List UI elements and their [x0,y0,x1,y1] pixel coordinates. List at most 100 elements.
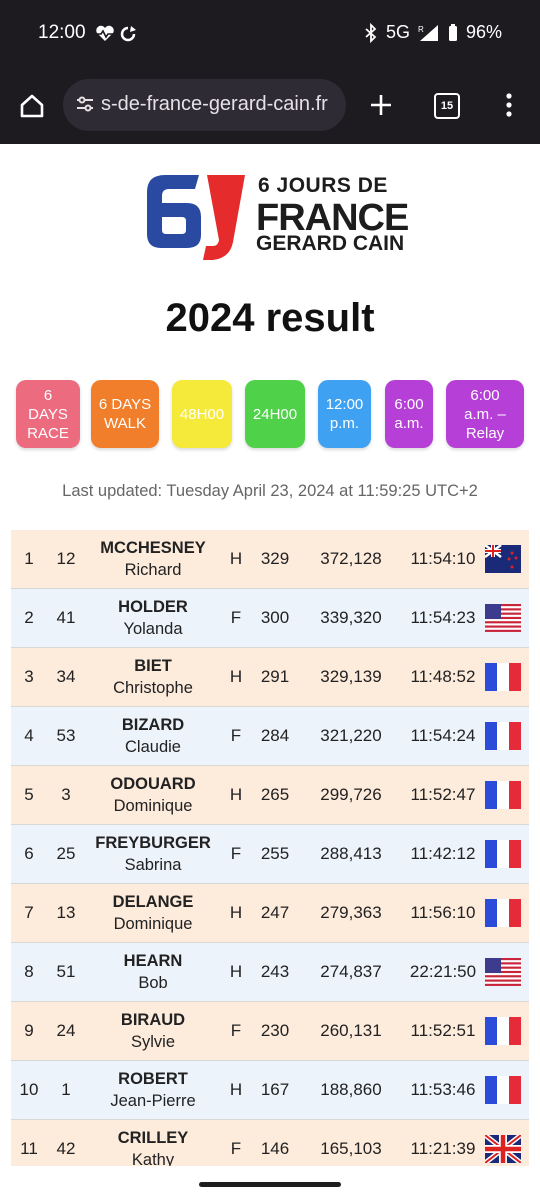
sex-cell: H [229,785,243,804]
bib-cell: 1 [61,1080,71,1099]
sex-cell: H [229,667,243,686]
name-cell[interactable]: HOLDER Yolanda [85,589,221,647]
first-name: Sylvie [130,1032,175,1051]
first-name: Dominique [113,914,193,933]
results-table: 1 12 MCCHESNEY Richard H 329 372,128 11:54:10 2 4… [11,530,529,1166]
menu-button[interactable] [500,92,518,123]
signal-icon: R [418,24,438,41]
flag-fr-icon [483,707,523,765]
6j-logo-icon [147,175,245,260]
sex-cell: H [229,903,243,922]
flag-us-icon [483,589,523,647]
sex-cell: F [230,844,242,863]
time-cell: 22:21:50 [409,962,477,981]
laps-cell: 243 [260,962,290,981]
battery-icon [448,23,457,41]
sync-icon [120,26,136,42]
table-row: 10 1 ROBERT Jean-Pierre H 167 188,860 11:53:46 [11,1061,529,1120]
browser-toolbar: s-de-france-gerard-cain.fr 15 [0,66,540,144]
tab-switcher-button[interactable]: 15 [434,93,460,119]
name-cell[interactable]: ROBERT Jean-Pierre [85,1061,221,1119]
last-name: HEARN [123,951,183,970]
first-name: Claudie [125,737,181,756]
site-logo[interactable] [145,172,250,269]
name-cell[interactable]: ODOUARD Dominique [85,766,221,824]
address-bar[interactable]: s-de-france-gerard-cain.fr [63,79,346,131]
name-cell[interactable]: BIZARD Claudie [85,707,221,765]
last-name: BIRAUD [120,1010,186,1029]
name-cell[interactable]: MCCHESNEY Richard [85,530,221,588]
name-cell[interactable]: FREYBURGER Sabrina [85,825,221,883]
sex-cell: H [229,1080,243,1099]
name-cell[interactable]: CRILLEY Kathy [85,1120,221,1167]
battery-level: 96% [465,22,502,42]
rank-cell: 3 [24,667,34,686]
rank-cell: 7 [24,903,34,922]
bib-cell: 51 [56,962,76,981]
time-cell: 11:53:46 [410,1080,476,1099]
bib-cell: 41 [56,608,76,627]
filter-48h[interactable]: 48H00 [172,380,232,448]
filter-6am-relay[interactable]: 6:00 a.m. – Relay [446,380,524,448]
name-cell[interactable]: DELANGE Dominique [85,884,221,942]
laps-cell: 247 [260,903,290,922]
first-name: Yolanda [123,619,183,638]
bib-cell: 42 [56,1139,76,1158]
home-button[interactable] [19,93,45,124]
bib-cell: 25 [56,844,76,863]
flag-us-icon [483,943,523,1001]
bib-cell: 24 [56,1021,76,1040]
sex-cell: F [230,608,242,627]
filter-6-days-walk[interactable]: 6 DAYS WALK [91,380,159,448]
distance-cell: 329,139 [320,667,382,686]
table-row: 7 13 DELANGE Dominique H 247 279,363 11:56:10 [11,884,529,943]
new-tab-button[interactable] [369,93,393,122]
sex-cell: F [230,1021,242,1040]
name-cell[interactable]: HEARN Bob [85,943,221,1001]
filter-24h[interactable]: 24H00 [245,380,305,448]
last-name: BIZARD [121,715,185,734]
last-updated: Last updated: Tuesday April 23, 2024 at … [62,482,478,500]
bib-cell: 34 [56,667,76,686]
rank-cell: 6 [24,844,34,863]
time-cell: 11:52:47 [410,785,476,804]
status-right: 5G R 96% [364,22,502,43]
network-type: 5G [385,22,410,42]
name-cell[interactable]: BIET Christophe [85,648,221,706]
laps-cell: 291 [260,667,290,686]
bib-cell: 53 [56,726,76,745]
table-row: 6 25 FREYBURGER Sabrina F 255 288,413 11:42:12 [11,825,529,884]
laps-cell: 230 [260,1021,290,1040]
flag-fr-icon [483,1061,523,1119]
logo-line3: GERARD CAIN [256,232,405,255]
home-gesture-handle[interactable] [199,1182,341,1187]
plus-icon [371,95,391,115]
bluetooth-icon [365,22,377,43]
heart-monitor-icon [96,25,136,42]
laps-cell: 329 [260,549,290,568]
name-cell[interactable]: BIRAUD Sylvie [85,1002,221,1060]
distance-cell: 188,860 [320,1080,382,1099]
last-name: HOLDER [118,597,188,616]
first-name: Kathy [131,1150,175,1167]
bib-cell: 3 [61,785,71,804]
race-filter-buttons: 6 DAYS RACE 6 DAYS WALK 48H00 24H00 12:0… [16,380,526,452]
distance-cell: 165,103 [320,1139,382,1158]
rank-cell: 4 [24,726,34,745]
first-name: Sabrina [124,855,182,874]
sex-cell: F [230,1139,242,1158]
flag-fr-icon [483,648,523,706]
last-name: DELANGE [112,892,194,911]
last-name: MCCHESNEY [100,538,206,557]
filter-6am[interactable]: 6:00 a.m. [385,380,433,448]
first-name: Christophe [113,678,193,697]
last-name: BIET [134,656,172,675]
sex-cell: F [230,726,242,745]
distance-cell: 321,220 [320,726,382,745]
status-notification-icons [95,24,143,49]
filter-12pm[interactable]: 12:00 p.m. [318,380,371,448]
home-icon [20,94,44,118]
flag-gb-icon [483,1120,523,1166]
laps-cell: 167 [260,1080,290,1099]
filter-6-days-race[interactable]: 6 DAYS RACE [16,380,80,448]
